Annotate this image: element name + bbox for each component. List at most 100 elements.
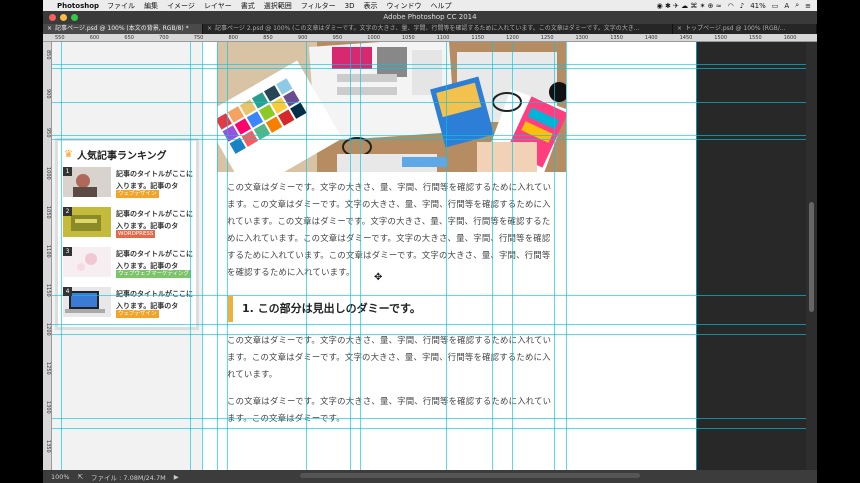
guide-line[interactable] xyxy=(61,42,62,470)
guide-line[interactable] xyxy=(190,42,191,470)
vertical-scrollbar[interactable] xyxy=(806,42,817,470)
ranking-widget: ♛ 人気記事ランキング 1 記事のタイトルがここに入ります。記事のタ ウェブデザ… xyxy=(55,138,199,330)
menu-type[interactable]: 書式 xyxy=(241,1,255,11)
ruler-tick-label: 1100 xyxy=(436,35,450,41)
file-size: ファイル : 7.08M/24.7M xyxy=(91,473,166,482)
guide-line[interactable] xyxy=(512,42,513,470)
zoom-level[interactable]: 100% xyxy=(51,473,70,481)
rank-number: 1 xyxy=(63,167,72,176)
zoom-window-button[interactable] xyxy=(71,14,78,21)
guide-line[interactable] xyxy=(306,42,307,470)
category-tag[interactable]: ウェブウェブマーケティング xyxy=(116,270,192,278)
guide-line[interactable] xyxy=(217,42,218,470)
guide-line[interactable] xyxy=(360,42,361,470)
guide-line[interactable] xyxy=(52,64,817,65)
menu-image[interactable]: イメージ xyxy=(167,1,195,11)
guide-line[interactable] xyxy=(52,68,817,69)
guide-line[interactable] xyxy=(227,42,228,470)
ranking-item-title[interactable]: 記事のタイトルがここに入ります。記事のタ xyxy=(116,288,194,312)
guide-line[interactable] xyxy=(52,324,817,325)
category-tag[interactable]: WORDPRESS xyxy=(116,230,156,238)
horizontal-ruler[interactable]: 550 600 650 700 750 800 850 900 950 1000 1050 1100 1… xyxy=(43,34,817,42)
rank-number: 2 xyxy=(63,207,72,216)
status-menu-arrow-icon[interactable]: ▶ xyxy=(174,473,179,481)
ruler-tick-label: 1150 xyxy=(45,284,51,297)
ranking-item[interactable]: 3 記事のタイトルがここに入ります。記事のタ ウェブウェブマーケティング xyxy=(63,247,193,281)
ruler-tick-label: 900 xyxy=(45,89,51,99)
user-icon[interactable]: A xyxy=(784,2,789,10)
tab-article-page[interactable]: × 記事ページ.psd @ 100% (本文の背景, RGB/8) * xyxy=(43,24,203,34)
close-tab-icon[interactable]: × xyxy=(677,25,682,32)
guide-line[interactable] xyxy=(446,42,447,470)
ruler-tick-label: 950 xyxy=(45,128,51,138)
menu-view[interactable]: 表示 xyxy=(363,1,377,11)
ranking-item[interactable]: 4 記事のタイトルがここに入ります。記事のタ ウェブデザイン xyxy=(63,287,193,321)
section-heading: 1. この部分は見出しのダミーです。 xyxy=(228,296,554,322)
menu-filter[interactable]: フィルター xyxy=(301,1,336,11)
ruler-tick-label: 1400 xyxy=(644,35,658,41)
guide-line[interactable] xyxy=(696,42,697,470)
menu-layer[interactable]: レイヤー xyxy=(204,1,232,11)
menu-edit[interactable]: 編集 xyxy=(144,1,158,11)
guide-line[interactable] xyxy=(52,428,817,429)
guide-line[interactable] xyxy=(492,42,493,470)
document-tabs: × 記事ページ.psd @ 100% (本文の背景, RGB/8) * × 記事ペー… xyxy=(43,24,817,34)
ruler-tick-label: 850 xyxy=(45,50,51,60)
ranking-item[interactable]: 2 記事のタイトルがここに入ります。記事のタ WORDPRESS xyxy=(63,207,193,241)
ruler-tick-label: 1050 xyxy=(45,206,51,219)
export-icon[interactable]: ⇱ xyxy=(78,473,83,481)
ruler-tick-label: 850 xyxy=(263,35,273,41)
guide-line[interactable] xyxy=(52,139,817,140)
ruler-tick-label: 750 xyxy=(193,35,204,41)
menu-3d[interactable]: 3D xyxy=(345,2,355,10)
ruler-tick-label: 1200 xyxy=(506,35,519,41)
close-tab-icon[interactable]: × xyxy=(47,25,52,32)
sound-icon[interactable]: ♪ xyxy=(740,2,744,10)
ruler-tick-label: 800 xyxy=(228,35,239,41)
tab-article-page-2[interactable]: × 記事ページ 2.psd @ 100% (この文章はダミーです。文字の大きさ、量… xyxy=(203,24,673,34)
hero-image xyxy=(217,42,566,172)
menu-help[interactable]: ヘルプ xyxy=(430,1,451,11)
mac-menubar: Photoshop ファイル 編集 イメージ レイヤー 書式 選択範囲 フィルタ… xyxy=(43,0,817,11)
guide-line[interactable] xyxy=(350,42,351,470)
category-tag[interactable]: ウェブデザイン xyxy=(116,310,159,318)
category-tag[interactable]: ウェブデザイン xyxy=(116,190,159,198)
ruler-tick-label: 1350 xyxy=(610,35,623,41)
guide-line[interactable] xyxy=(566,42,567,470)
document-canvas[interactable]: この文章はダミーです。文字の大きさ、量、字間、行間等を確認するために入れています… xyxy=(52,42,696,470)
window-titlebar: Adobe Photoshop CC 2014 xyxy=(43,11,817,24)
ranking-item-title[interactable]: 記事のタイトルがここに入ります。記事のタ xyxy=(116,248,194,272)
app-menu[interactable]: Photoshop xyxy=(57,2,99,10)
vertical-ruler[interactable]: 850 900 950 1000 1050 1100 1150 1200 1250 1300 135… xyxy=(43,42,52,470)
tab-top-page[interactable]: × トップページ.psd @ 100% (RGB/... xyxy=(673,24,817,34)
wifi-icon[interactable]: ◠ xyxy=(728,2,734,10)
battery-level[interactable]: 41% xyxy=(750,2,766,10)
close-tab-icon[interactable]: × xyxy=(207,25,212,32)
menu-file[interactable]: ファイル xyxy=(107,1,135,11)
menu-window[interactable]: ウィンドウ xyxy=(386,1,421,11)
canvas-workspace[interactable]: この文章はダミーです。文字の大きさ、量、字間、行間等を確認するために入れています… xyxy=(52,42,817,470)
minimize-window-button[interactable] xyxy=(60,14,67,21)
crown-icon: ♛ xyxy=(64,149,73,160)
ranking-item-title[interactable]: 記事のタイトルがここに入ります。記事のタ xyxy=(116,168,194,192)
ruler-tick-label: 1250 xyxy=(45,362,51,375)
guide-line[interactable] xyxy=(52,295,817,296)
ruler-tick-label: 1600 xyxy=(783,35,797,41)
notification-icon[interactable]: ≡ xyxy=(805,2,811,10)
ranking-item-title[interactable]: 記事のタイトルがここに入ります。記事のタ xyxy=(116,208,194,232)
window-title: Adobe Photoshop CC 2014 xyxy=(383,13,477,21)
guide-line[interactable] xyxy=(52,334,817,335)
scrollbar-thumb[interactable] xyxy=(809,202,814,312)
guide-line[interactable] xyxy=(52,135,817,136)
guide-line[interactable] xyxy=(52,102,817,103)
search-icon[interactable]: ⌕ xyxy=(795,1,799,10)
menu-select[interactable]: 選択範囲 xyxy=(264,1,292,11)
ruler-tick-label: 1100 xyxy=(45,245,51,258)
ranking-item[interactable]: 1 記事のタイトルがここに入ります。記事のタ ウェブデザイン xyxy=(63,167,193,201)
horizontal-scrollbar[interactable] xyxy=(300,473,640,478)
guide-line[interactable] xyxy=(554,42,555,470)
guide-line[interactable] xyxy=(202,42,203,470)
guide-line[interactable] xyxy=(52,418,817,419)
close-window-button[interactable] xyxy=(49,14,56,21)
status-icons[interactable]: ◉ ✱ ✈ ☁ ⌘ ✶ ⊕ ≈ xyxy=(657,2,722,10)
